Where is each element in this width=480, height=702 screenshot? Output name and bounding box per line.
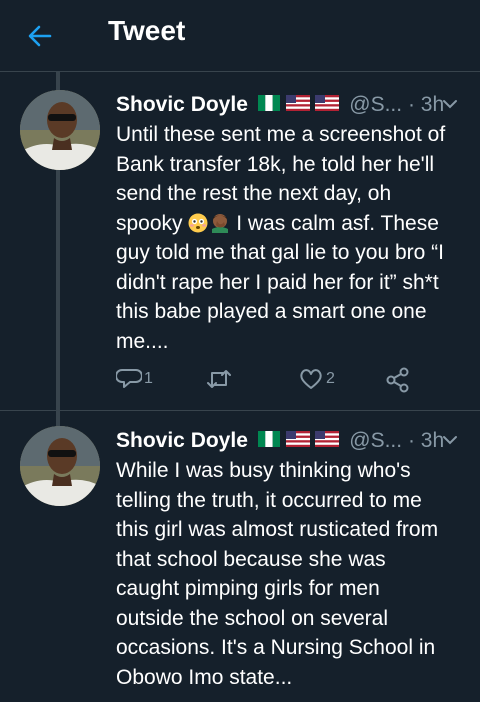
- avatar[interactable]: [20, 90, 100, 170]
- usa-flag-icon: [285, 95, 310, 112]
- author-name[interactable]: Shovic Doyle: [116, 429, 248, 452]
- back-arrow-icon: [28, 25, 52, 47]
- facepalm-emoji-icon: [212, 213, 229, 233]
- tweet-text: While I was busy thinking who's telling …: [116, 459, 439, 689]
- nigeria-flag-icon: [257, 431, 280, 448]
- chevron-down-icon: [443, 436, 457, 445]
- author-handle[interactable]: @S...: [349, 93, 402, 116]
- tweet-menu-button[interactable]: [440, 94, 460, 114]
- page-title: Tweet: [108, 15, 186, 46]
- back-button[interactable]: [24, 20, 56, 52]
- tweet[interactable]: Shovic Doyle @S... · 3h While I was busy…: [0, 426, 480, 702]
- nigeria-flag-icon: [257, 95, 280, 112]
- tweet-divider: [0, 410, 480, 411]
- reply-button[interactable]: 1: [116, 366, 176, 394]
- usa-flag-icon: [315, 95, 340, 112]
- share-button[interactable]: [384, 366, 414, 394]
- flushed-face-emoji-icon: [188, 213, 208, 232]
- author-handle[interactable]: @S...: [349, 429, 402, 452]
- flag-emojis: [257, 426, 340, 456]
- separator-dot: ·: [407, 429, 415, 452]
- share-icon: [386, 367, 409, 393]
- tweet-header: Shovic Doyle @S... · 3h: [116, 426, 476, 456]
- usa-flag-icon: [285, 431, 310, 448]
- author-name[interactable]: Shovic Doyle: [116, 93, 248, 116]
- flag-emojis: [257, 90, 340, 120]
- top-bar: Tweet: [0, 0, 480, 72]
- tweet-menu-button[interactable]: [440, 430, 460, 450]
- retweet-icon: [207, 370, 231, 388]
- tweet-text: Until these sent me a screenshot of Bank…: [116, 120, 466, 356]
- tweet[interactable]: Shovic Doyle @S... · 3h Until these sent…: [0, 90, 480, 410]
- like-count: 2: [326, 370, 335, 387]
- usa-flag-icon: [315, 431, 340, 448]
- tweet-header: Shovic Doyle @S... · 3h: [116, 90, 476, 120]
- like-icon: [300, 369, 322, 389]
- avatar[interactable]: [20, 426, 100, 506]
- separator-dot: ·: [407, 93, 415, 116]
- reply-count: 1: [144, 370, 153, 387]
- like-button[interactable]: 2: [298, 366, 358, 394]
- thread-line-top: [56, 72, 60, 90]
- retweet-button[interactable]: [204, 366, 264, 394]
- chevron-down-icon: [443, 100, 457, 109]
- tweet-actions: 1 2: [116, 366, 456, 394]
- reply-icon: [116, 369, 142, 388]
